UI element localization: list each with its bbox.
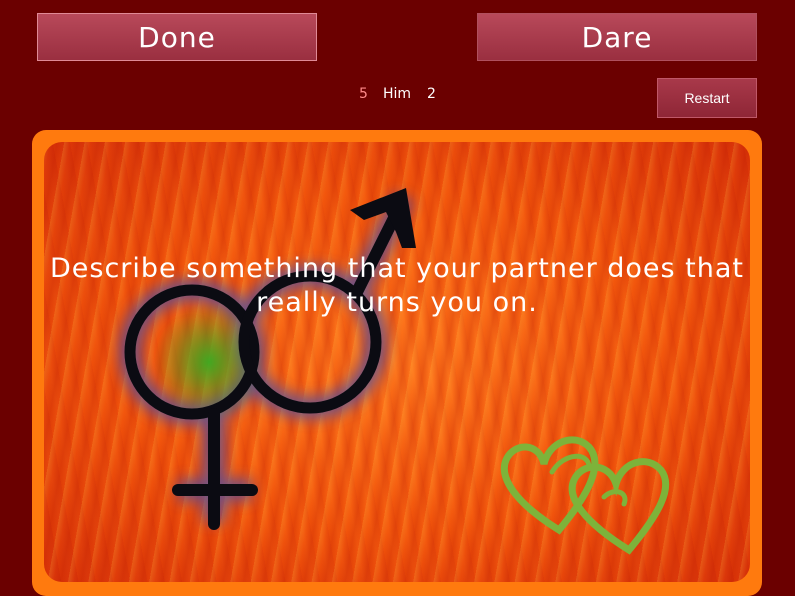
score-right: 2 bbox=[427, 86, 436, 102]
current-player: Him bbox=[383, 86, 412, 102]
card-face: Describe something that your partner doe… bbox=[44, 142, 750, 582]
hearts-icon bbox=[500, 436, 670, 555]
score-left: 5 bbox=[359, 86, 368, 102]
done-button[interactable]: Done bbox=[37, 13, 317, 61]
card-prompt: Describe something that your partner doe… bbox=[49, 253, 744, 318]
truth-card: Describe something that your partner doe… bbox=[32, 130, 762, 596]
restart-button[interactable]: Restart bbox=[657, 78, 757, 118]
gender-symbols-icon bbox=[119, 188, 416, 530]
card-art bbox=[119, 188, 670, 555]
dare-button[interactable]: Dare bbox=[477, 13, 757, 61]
